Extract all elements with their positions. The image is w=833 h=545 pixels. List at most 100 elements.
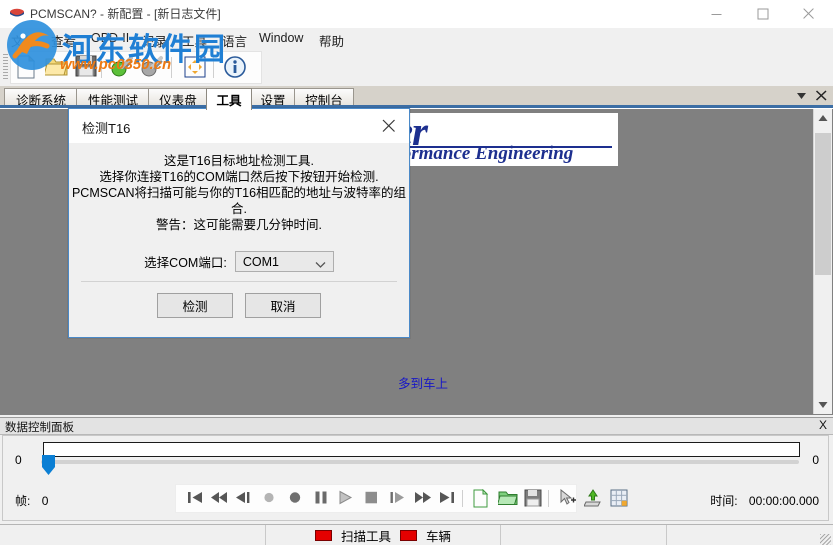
new-file-icon[interactable] xyxy=(15,54,41,80)
save-icon[interactable] xyxy=(75,55,101,80)
status-cell-left xyxy=(0,525,266,545)
com-port-label: 选择COM端口: xyxy=(144,256,227,270)
disconnect-icon[interactable] xyxy=(141,55,167,80)
toolbar-grip[interactable] xyxy=(3,54,8,79)
select-add-icon[interactable] xyxy=(558,488,578,508)
chevron-down-icon xyxy=(315,258,326,272)
com-port-value: COM1 xyxy=(242,254,279,269)
new-log-icon[interactable] xyxy=(472,488,492,508)
menu-bar: 文件 查看 OBD-II 记录 工具 语言 Window 帮助 xyxy=(0,28,833,50)
status-badge xyxy=(314,529,332,541)
save-log-icon[interactable] xyxy=(524,489,544,508)
transport-controls xyxy=(175,484,628,513)
step-forward-icon[interactable] xyxy=(388,489,408,508)
dialog-message: 这是T16目标地址检测工具. 选择你连接T16的COM端口然后按下按钮开始检测.… xyxy=(69,153,409,233)
timeline-slider-track[interactable] xyxy=(41,460,799,464)
status-label-vehicle: 车辆 xyxy=(426,529,452,544)
dialog-title-bar: 检测T16 xyxy=(69,109,409,143)
frame-value: 0 xyxy=(41,494,49,508)
progress-bar xyxy=(43,442,800,457)
menu-item-view[interactable]: 查看 xyxy=(44,30,83,49)
menu-item-record[interactable]: 记录 xyxy=(135,30,174,49)
data-panel-title: 数据控制面板 xyxy=(5,422,74,434)
time-label: 时间: xyxy=(710,494,738,508)
close-button[interactable] xyxy=(786,0,832,28)
fast-forward-icon[interactable] xyxy=(414,489,434,508)
menu-item-window[interactable]: Window xyxy=(252,30,310,49)
toolbar xyxy=(0,50,833,84)
dialog-message-line: 警告：这可能需要几分钟时间. xyxy=(156,218,322,232)
connect-icon[interactable] xyxy=(111,55,137,80)
data-panel-header: 数据控制面板 X xyxy=(0,418,833,435)
close-icon[interactable] xyxy=(815,89,828,105)
skip-to-start-icon[interactable] xyxy=(186,489,206,508)
scrollbar-thumb[interactable] xyxy=(815,133,831,275)
palmer-logo: Palmer Performance Engineering xyxy=(406,113,618,166)
dialog-buttons: 检测 取消 xyxy=(69,293,409,318)
info-icon[interactable] xyxy=(223,55,249,80)
toolbar-separator-3 xyxy=(213,57,214,78)
menu-item-help[interactable]: 帮助 xyxy=(312,30,351,49)
resize-grip[interactable] xyxy=(820,534,831,545)
status-cell-3 xyxy=(501,525,667,545)
skip-to-end-icon[interactable] xyxy=(438,489,458,508)
maximize-button[interactable] xyxy=(740,0,786,28)
partial-tool-link[interactable]: 多到车上 xyxy=(398,373,448,392)
layout-icon[interactable] xyxy=(183,55,209,80)
minimize-button[interactable] xyxy=(694,0,740,28)
status-cell-mid: 扫描工具 车辆 xyxy=(266,525,501,545)
time-display: 时间: 00:00:00.000 xyxy=(710,492,819,509)
menu-item-language[interactable]: 语言 xyxy=(215,30,254,49)
menu-item-obd2[interactable]: OBD-II xyxy=(84,30,136,49)
vertical-scrollbar[interactable] xyxy=(813,109,832,414)
frame-label: 帧: xyxy=(15,494,31,508)
detect-t16-dialog: 检测T16 这是T16目标地址检测工具. 选择你连接T16的COM端口然后按下按… xyxy=(68,108,410,338)
cancel-button[interactable]: 取消 xyxy=(245,293,321,318)
logo-bottom-text: Performance Engineering xyxy=(406,143,574,164)
detect-button[interactable]: 检测 xyxy=(157,293,233,318)
frame-counter: 帧: 0 xyxy=(15,492,48,509)
status-cell-4 xyxy=(667,525,833,545)
dialog-message-line: PCMSCAN将扫描可能与你的T16相匹配的地址与波特率的组合. xyxy=(71,186,407,216)
menu-item-tools[interactable]: 工具 xyxy=(175,30,214,49)
status-badge xyxy=(400,529,417,541)
slider-min-label: 0 xyxy=(15,453,22,467)
dialog-title: 检测T16 xyxy=(82,121,131,136)
dialog-message-line: 选择你连接T16的COM端口然后按下按钮开始检测. xyxy=(99,170,379,184)
data-control-panel: 数据控制面板 X 0 0 帧: 0 时间: 00:00:00.000 xyxy=(0,417,833,524)
status-indicators: 扫描工具 车辆 xyxy=(266,525,500,545)
title-bar: PCMSCAN? - 新配置 - [新日志文件] xyxy=(0,0,833,28)
scroll-down-icon[interactable] xyxy=(814,396,832,414)
toolbar-strip xyxy=(10,51,262,84)
time-value: 00:00:00.000 xyxy=(748,494,819,508)
dialog-message-line: 这是T16目标地址检测工具. xyxy=(163,154,314,168)
transport-separator-2 xyxy=(548,490,549,507)
rewind-icon[interactable] xyxy=(210,489,230,508)
pause-icon[interactable] xyxy=(312,489,332,508)
record-off-icon[interactable] xyxy=(260,489,280,508)
open-folder-icon[interactable] xyxy=(43,55,71,80)
play-icon[interactable] xyxy=(336,489,356,508)
status-label-scanner: 扫描工具 xyxy=(340,529,391,544)
record-icon[interactable] xyxy=(286,489,306,508)
step-back-icon[interactable] xyxy=(234,489,254,508)
window-title: PCMSCAN? - 新配置 - [新日志文件] xyxy=(30,7,221,21)
app-icon xyxy=(9,7,25,20)
stop-icon[interactable] xyxy=(362,489,382,508)
grid-icon[interactable] xyxy=(610,489,630,508)
data-panel-close-button[interactable]: X xyxy=(819,418,827,432)
open-log-icon[interactable] xyxy=(496,489,518,508)
menu-item-file[interactable]: 文件 xyxy=(4,30,43,49)
chevron-down-icon[interactable] xyxy=(795,89,808,105)
scroll-up-icon[interactable] xyxy=(814,109,832,127)
close-icon[interactable] xyxy=(369,109,409,141)
export-icon[interactable] xyxy=(583,489,604,508)
slider-max-label: 0 xyxy=(812,453,819,467)
toolbar-separator xyxy=(101,57,102,78)
tab-tools[interactable]: 工具 xyxy=(206,88,252,110)
timeline-slider-thumb[interactable] xyxy=(41,454,56,476)
com-port-row: 选择COM端口: COM1 xyxy=(69,251,409,272)
com-port-select[interactable]: COM1 xyxy=(234,251,334,272)
status-bar: 扫描工具 车辆 xyxy=(0,524,833,545)
dialog-divider xyxy=(81,281,397,282)
